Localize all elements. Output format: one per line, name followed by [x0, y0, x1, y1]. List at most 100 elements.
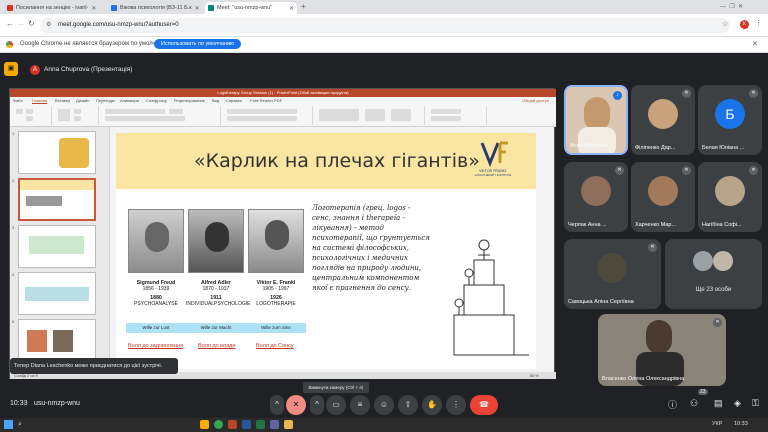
more-options-button[interactable]: ⋮: [446, 395, 466, 415]
ribbon-tab-file[interactable]: Файл: [13, 98, 23, 103]
host-controls-icon[interactable]: ⚿: [752, 398, 759, 409]
presentation-icon[interactable]: ▣: [4, 62, 18, 76]
quick-styles-icon[interactable]: [391, 109, 411, 121]
font-style-buttons[interactable]: [105, 116, 185, 121]
arrange-icon[interactable]: [365, 109, 385, 121]
thumb-slide-4[interactable]: [18, 272, 96, 315]
copy-icon[interactable]: [26, 116, 33, 121]
tile-vlasenko-self[interactable]: ✕ Власенко Олена Олександрівна: [598, 314, 726, 386]
zoom-level[interactable]: 85 %: [530, 373, 539, 378]
language-indicator[interactable]: УКР: [712, 421, 722, 427]
ribbon-tab-transitions[interactable]: Переходы: [96, 98, 115, 103]
ribbon-tab-help[interactable]: Справка: [226, 98, 242, 103]
thumb-slide-2-selected[interactable]: [18, 178, 96, 221]
new-tab-button[interactable]: +: [301, 2, 306, 11]
list-buttons[interactable]: [227, 109, 297, 114]
tile-belaya[interactable]: Б ✕ Белая Юліана ...: [698, 85, 762, 155]
font-family-select[interactable]: [105, 109, 165, 114]
mic-off-button[interactable]: ✕: [286, 395, 306, 415]
tab-title: Meet: "usu-nmzp-wnu": [217, 5, 273, 11]
bookmark-star-icon[interactable]: ☆: [722, 20, 728, 28]
frankl-portrait: [248, 209, 304, 273]
close-icon[interactable]: ✕: [752, 40, 758, 48]
ribbon-tab-view[interactable]: Вид: [212, 98, 219, 103]
more-participants-tile[interactable]: Ще 23 особи: [665, 239, 762, 309]
tile-kharchenko[interactable]: ✕ Харченко Мар...: [631, 162, 695, 232]
ribbon-tab-home[interactable]: Главная: [32, 98, 47, 103]
font-size-select[interactable]: [169, 109, 183, 114]
tile-cherpak[interactable]: ✕ Черпак Анна ...: [564, 162, 628, 232]
thumb-slide-3[interactable]: [18, 225, 96, 268]
windows-start-icon[interactable]: [4, 420, 13, 429]
app-taskbar-icon[interactable]: [284, 420, 293, 429]
participant-name: Нагібіна Софі...: [702, 222, 742, 228]
current-slide: «Карлик на плечах гігантів» VIKTOR FRANK…: [116, 133, 536, 369]
file-explorer-icon[interactable]: [200, 420, 209, 429]
will-link-pleasure[interactable]: Воля до задоволення: [128, 343, 183, 349]
ribbon-tab-animation[interactable]: Анимация: [120, 98, 139, 103]
tile-filipenko[interactable]: ✕ Філіпенко Дар...: [631, 85, 695, 155]
close-icon[interactable]: ✕: [192, 5, 200, 12]
back-icon[interactable]: ←: [6, 19, 14, 28]
menu-dots-icon[interactable]: ⋮: [755, 19, 762, 27]
cut-icon[interactable]: [26, 109, 33, 114]
camera-button[interactable]: ▭: [326, 395, 346, 415]
leave-call-button[interactable]: ☎: [470, 395, 498, 415]
reload-icon[interactable]: ↻: [28, 19, 35, 28]
taskbar-clock[interactable]: 10:33: [734, 421, 748, 427]
presenter-avatar: A: [30, 64, 40, 75]
replace-icon[interactable]: [431, 116, 461, 121]
tab-lecture-link[interactable]: Посилання на зенцію - ivanl· ✕: [4, 2, 96, 14]
ribbon-tab-slideshow[interactable]: Слайд-шоу: [146, 98, 167, 103]
thumb-slide-1[interactable]: [18, 131, 96, 174]
tab-meet[interactable]: Meet: "usu-nmzp-wnu" ✕: [205, 2, 297, 14]
will-link-meaning[interactable]: Воля до Сенсу: [256, 343, 294, 349]
tile-nahibina[interactable]: ✕ Нагібіна Софі...: [698, 162, 762, 232]
align-buttons[interactable]: [227, 116, 297, 121]
tile-savotska[interactable]: ✕ Савоцька Аліна Сергіївна: [564, 239, 661, 309]
search-icon[interactable]: ⌕: [18, 421, 22, 429]
chat-icon[interactable]: ▤: [714, 398, 723, 409]
captions-button[interactable]: ≡: [350, 395, 370, 415]
people-icon[interactable]: ⚇: [690, 398, 698, 409]
raise-hand-button[interactable]: ✋: [422, 395, 442, 415]
url-field[interactable]: ⚙ meet.google.com/usu-nmzp-wnu?authuser=…: [40, 18, 730, 33]
will-link-power[interactable]: Воля до влади: [198, 343, 235, 349]
forward-icon[interactable]: →: [17, 19, 25, 28]
powerpoint-taskbar-icon[interactable]: [228, 420, 237, 429]
tile-anna-chuprova[interactable]: ♪ Anna Chuprova: [564, 85, 628, 155]
ribbon-tab-insert[interactable]: Вставка: [55, 98, 70, 103]
slide-title: «Карлик на плечах гігантів»: [194, 150, 480, 172]
thumb-slide-5[interactable]: [18, 319, 96, 362]
shapes-gallery[interactable]: [319, 109, 359, 121]
chrome-taskbar-icon[interactable]: [214, 420, 223, 429]
profile-avatar[interactable]: К: [740, 20, 749, 29]
chevron-up-icon[interactable]: ^: [270, 395, 284, 415]
close-icon[interactable]: ✕: [88, 5, 96, 12]
ribbon-tab-foxit[interactable]: Foxit Reader PDF: [250, 98, 282, 103]
activities-icon[interactable]: ◈: [734, 398, 741, 409]
ribbon-tab-design[interactable]: Дизайн: [76, 98, 89, 103]
find-icon[interactable]: [431, 109, 461, 114]
emoji-button[interactable]: ☺: [374, 395, 394, 415]
gmail-icon: [7, 5, 13, 11]
present-button[interactable]: ⇧: [398, 395, 418, 415]
site-info-icon[interactable]: ⚙: [46, 21, 51, 28]
ribbon-tab-review[interactable]: Рецензирование: [174, 98, 205, 103]
chevron-up-icon[interactable]: ^: [310, 395, 324, 415]
teams-taskbar-icon[interactable]: [270, 420, 279, 429]
person-years: 1856 - 1939: [142, 286, 170, 292]
share-button[interactable]: Общий доступ: [522, 98, 549, 103]
paste-icon[interactable]: [16, 109, 23, 114]
excel-taskbar-icon[interactable]: [256, 420, 265, 429]
set-default-button[interactable]: Использовать по умолчанию: [154, 39, 242, 49]
tab-age-psychology[interactable]: Вікова психологія (ВЗ-11 Б.к ✕: [108, 2, 200, 14]
reset-icon[interactable]: [74, 116, 81, 121]
layout-icon[interactable]: [74, 109, 81, 114]
window-controls[interactable]: — ❐ ✕: [720, 3, 743, 10]
close-icon[interactable]: ✕: [286, 5, 294, 12]
info-icon[interactable]: ⓘ: [668, 398, 677, 411]
will-bar-adler: Wille zur Macht: [186, 323, 246, 333]
new-slide-icon[interactable]: [58, 109, 70, 121]
word-taskbar-icon[interactable]: [242, 420, 251, 429]
